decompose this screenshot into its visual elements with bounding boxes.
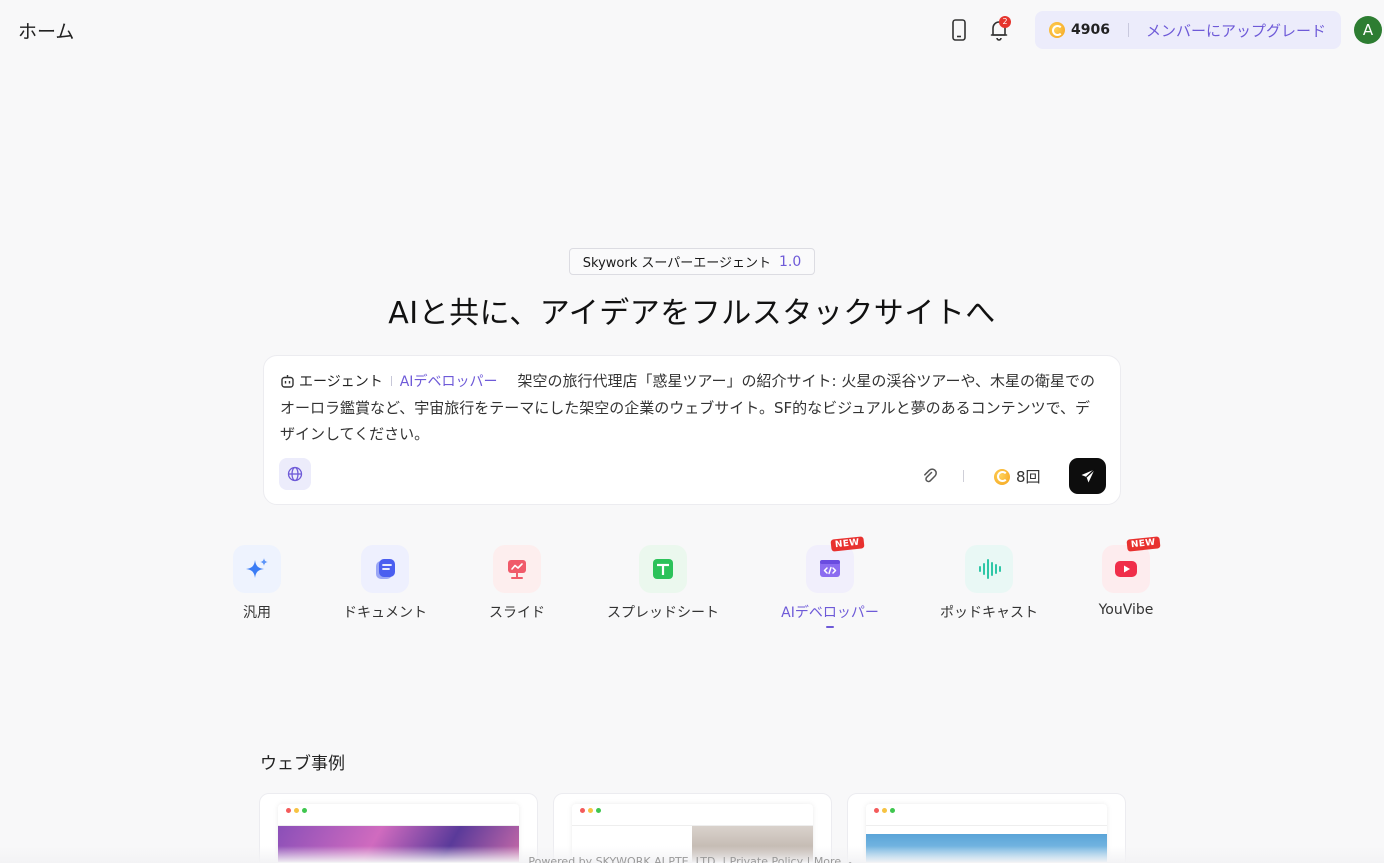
sparkle-icon <box>233 545 281 593</box>
version-number: 1.0 <box>778 253 802 270</box>
video-play-icon: NEW <box>1102 536 1161 593</box>
send-icon <box>1081 469 1095 483</box>
window-dots <box>874 808 895 813</box>
new-badge: NEW <box>830 536 865 552</box>
coin-icon <box>1049 22 1065 38</box>
agent-mode-label: エージェント <box>299 374 383 390</box>
spreadsheet-icon <box>639 545 687 593</box>
mobile-app-icon[interactable] <box>946 17 972 43</box>
new-badge: NEW <box>1126 536 1161 552</box>
tool-label: ドキュメント <box>343 605 427 621</box>
tool-label: YouVibe <box>1098 602 1154 618</box>
attach-link-icon[interactable] <box>920 466 940 486</box>
tool-ai-developer[interactable]: NEW AIデベロッパー <box>778 536 882 628</box>
selected-agent-label[interactable]: AIデベロッパー <box>400 374 498 390</box>
tool-label: スプレッドシート <box>607 605 719 621</box>
product-name: Skywork スーパーエージェント <box>582 256 771 271</box>
tool-document[interactable]: ドキュメント <box>340 545 430 622</box>
thumbnail-nav <box>866 818 1107 826</box>
coin-icon <box>994 468 1010 485</box>
active-indicator <box>826 626 834 628</box>
document-icon <box>361 545 409 593</box>
credit-balance: 4906 <box>1071 22 1110 38</box>
divider <box>963 470 964 482</box>
avatar[interactable]: A <box>1354 16 1382 44</box>
credit-cost: 8回 <box>994 466 1041 487</box>
presentation-icon <box>493 545 541 593</box>
thumbnail-nav <box>278 818 519 826</box>
robot-icon <box>281 375 294 388</box>
window-dots <box>580 808 601 813</box>
audio-wave-icon <box>965 545 1013 593</box>
tool-label: 汎用 <box>243 605 271 621</box>
tool-label: スライド <box>489 605 545 621</box>
code-window-icon: NEW <box>806 536 865 593</box>
thumbnail-nav <box>572 818 813 826</box>
tool-label: AIデベロッパー <box>781 605 879 621</box>
send-button[interactable] <box>1069 458 1106 494</box>
credit-upgrade-box: 4906 メンバーにアップグレード <box>1035 11 1341 49</box>
tool-youvibe[interactable]: NEW YouVibe <box>1098 536 1161 618</box>
web-search-toggle[interactable] <box>279 458 311 490</box>
divider <box>1127 23 1129 37</box>
hero-headline: AIと共に、アイデアをフルスタックサイトへ <box>388 296 996 331</box>
prompt-input-card[interactable]: エージェント AIデベロッパー 架空の旅行代理店「惑星ツアー」の紹介サイト: 火星… <box>263 355 1121 505</box>
tool-general[interactable]: 汎用 <box>232 545 282 622</box>
prompt-input[interactable]: エージェント AIデベロッパー 架空の旅行代理店「惑星ツアー」の紹介サイト: 火星… <box>280 368 1104 447</box>
tool-label: ポッドキャスト <box>940 605 1038 621</box>
examples-section-title: ウェブ事例 <box>260 754 345 774</box>
tool-slides[interactable]: スライド <box>485 545 549 622</box>
agent-mode-chip[interactable]: エージェント <box>280 369 383 395</box>
notification-bell-icon[interactable]: 2 <box>986 16 1012 43</box>
top-bar: ホーム 2 4906 メンバーにアップグレード A <box>0 0 1384 60</box>
footer-links[interactable]: Powered by SKYWORK AI PTE. LTD. | Privat… <box>0 853 1384 863</box>
cost-label: 8回 <box>1016 468 1041 486</box>
divider <box>390 376 392 386</box>
tool-podcast[interactable]: ポッドキャスト <box>936 545 1042 622</box>
globe-icon <box>287 466 303 482</box>
tool-spreadsheet[interactable]: スプレッドシート <box>603 545 723 622</box>
notification-count-badge: 2 <box>999 16 1011 28</box>
upgrade-membership-link[interactable]: メンバーにアップグレード <box>1146 20 1326 41</box>
window-dots <box>286 808 307 813</box>
product-version-pill: Skywork スーパーエージェント 1.0 <box>569 248 815 275</box>
page-title: ホーム <box>18 21 75 43</box>
